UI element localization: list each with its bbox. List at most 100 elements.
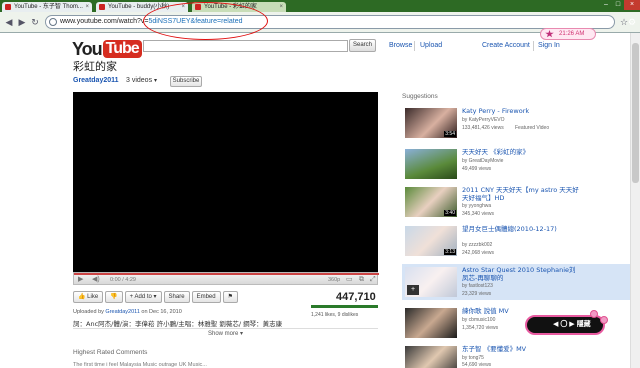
suggestion-item[interactable]: 3:54 Katy Perry - Firework by KatyPerryV…: [402, 105, 640, 141]
suggestion-views: 49,499 views: [462, 166, 492, 172]
red-annotation-circle: [143, 2, 268, 40]
logo-you: You: [72, 38, 103, 59]
forward-icon[interactable]: ▶: [17, 17, 27, 27]
suggestion-views: 54,690 views: [462, 362, 492, 368]
youtube-favicon-icon: [5, 4, 11, 10]
action-bar: 👍 Like 👎 + Add to ▾ Share Embed ⚑: [73, 291, 238, 303]
share-button[interactable]: Share: [163, 291, 190, 303]
suggestion-title[interactable]: 2011 CNY 天天好天【my astro 天天好天好福气】HD: [462, 186, 582, 202]
suggestion-channel: by yyonghwa: [462, 203, 492, 209]
youtube-logo[interactable]: You Tube: [72, 38, 142, 60]
upload-date: on Dec 16, 2010: [141, 309, 182, 315]
comment-text: The first time i feel Malaysia Music out…: [73, 362, 207, 368]
progress-bar[interactable]: [74, 273, 379, 275]
subscribe-button[interactable]: Subscribe: [170, 76, 202, 87]
suggestion-channel: by GreatDayMovie: [462, 158, 504, 164]
video-thumbnail[interactable]: [405, 346, 457, 368]
flag-button[interactable]: ⚑: [222, 291, 238, 303]
mascot-ear-icon: [590, 310, 598, 318]
uploaded-prefix: Uploaded by: [73, 309, 104, 315]
upload-link[interactable]: Upload: [420, 42, 442, 49]
page-info-icon: [49, 18, 57, 26]
suggestions-heading: Suggestions: [402, 93, 438, 100]
create-account-link[interactable]: Create Account: [482, 42, 530, 49]
view-count: 447,710: [336, 291, 376, 303]
tab-thom[interactable]: YouTube - 东子智 Thom... ×: [2, 2, 92, 12]
window-close-icon[interactable]: ×: [624, 0, 640, 10]
reload-icon[interactable]: ↻: [30, 17, 40, 27]
duration-badge: 3:40: [444, 210, 456, 216]
suggestion-channel: by zzzzbk002: [462, 242, 493, 248]
video-thumbnail[interactable]: [405, 308, 457, 338]
time-display: 0:00 / 4:29: [110, 277, 136, 283]
add-to-queue-icon[interactable]: +: [407, 285, 419, 295]
thumbs-down-icon: 👎: [110, 294, 118, 300]
dislike-button[interactable]: 👎: [105, 291, 123, 303]
overlay-controls-text: ◀ 〇 ▶ 隱藏: [553, 321, 591, 328]
search-input[interactable]: [143, 40, 348, 52]
logo-tube: Tube: [102, 40, 142, 58]
uploader-link[interactable]: Greatday2011: [105, 309, 139, 315]
comments-heading: Highest Rated Comments: [73, 349, 148, 356]
sign-in-link[interactable]: Sign In: [538, 42, 560, 49]
videos-count-dropdown[interactable]: 3 videos ▾: [126, 77, 157, 84]
scrollbar-thumb[interactable]: [632, 43, 639, 183]
likes-summary: 1,241 likes, 9 dislikes: [311, 312, 359, 318]
tab-label: YouTube - 东子智 Thom...: [14, 4, 83, 10]
video-thumbnail[interactable]: 3:40: [405, 187, 457, 217]
search-button[interactable]: Search: [349, 39, 376, 52]
star-icon: [545, 30, 554, 38]
show-more-button[interactable]: Show more ▾: [73, 328, 378, 338]
minimize-icon[interactable]: –: [600, 0, 612, 10]
video-thumbnail[interactable]: +: [405, 267, 457, 297]
suggestion-title[interactable]: 天天好天 《彩虹的家》: [462, 148, 582, 156]
suggestion-item[interactable]: 天天好天 《彩虹的家》 by GreatDayMovie 49,499 view…: [402, 146, 640, 182]
suggestion-title[interactable]: 东子智 《要懂爱》MV: [462, 345, 582, 353]
wrench-menu-icon[interactable]: ⚙: [627, 17, 637, 27]
add-to-button[interactable]: + Add to ▾: [124, 291, 162, 303]
close-icon[interactable]: ×: [279, 2, 283, 12]
quality-button[interactable]: 360p: [328, 276, 340, 284]
suggestion-views: 23,329 views: [462, 291, 492, 297]
address-bar[interactable]: www.youtube.com/watch?v=5diNSS7UEY&featu…: [45, 15, 615, 29]
video-title: 彩虹的家: [73, 60, 117, 73]
video-thumbnail[interactable]: 3:54: [405, 108, 457, 138]
suggestion-title[interactable]: 望月女巨士偶體總(2010-12-17): [462, 225, 582, 233]
expand-icon[interactable]: ▭: [346, 276, 353, 284]
back-icon[interactable]: ◀: [4, 17, 14, 27]
plus-icon: +: [129, 294, 134, 300]
video-description: 詞：Anc阿杰/體/演：李偉菘 許小鵬/主唱：林雅聖 劉薇芯/ 鋼琴：黃志康: [73, 320, 283, 328]
embed-button[interactable]: Embed: [191, 291, 221, 303]
suggestion-title[interactable]: 練你歌 說值 MV: [462, 307, 582, 315]
suggestion-title[interactable]: Astro Star Quest 2010 Stephanie刘凤芯-再聊聊的: [462, 266, 582, 282]
thumbs-up-icon: 👍: [78, 294, 86, 300]
browse-link[interactable]: Browse: [389, 42, 412, 49]
page-scrollbar[interactable]: [630, 33, 640, 368]
media-overlay-widget[interactable]: ◀ 〇 ▶ 隱藏: [525, 315, 605, 335]
video-thumbnail[interactable]: [405, 149, 457, 179]
like-button[interactable]: 👍 Like: [73, 291, 104, 303]
suggestion-item[interactable]: 3:40 2011 CNY 天天好天【my astro 天天好天好福气】HD b…: [402, 184, 640, 220]
suggestion-item[interactable]: 东子智 《要懂爱》MV by tong75 54,690 views: [402, 343, 640, 368]
suggestion-views: 133,481,426 views: [462, 125, 504, 131]
chevron-down-icon: ▾: [154, 78, 158, 84]
fullscreen-icon[interactable]: ⤢: [370, 276, 376, 284]
youtube-favicon-icon: [99, 4, 105, 10]
close-icon[interactable]: ×: [85, 2, 89, 12]
video-thumbnail[interactable]: 3:13: [405, 226, 457, 256]
suggestion-channel: by fastlost123: [462, 283, 493, 289]
suggestion-title[interactable]: Katy Perry - Firework: [462, 107, 582, 115]
player-controls: ▶ ◀) 0:00 / 4:29 360p ▭ ⧉ ⤢: [73, 272, 379, 285]
clock-text: 21:26 AM: [559, 31, 585, 37]
channel-link[interactable]: Greatday2011: [73, 77, 119, 84]
duration-badge: 3:13: [444, 249, 456, 255]
popout-icon[interactable]: ⧉: [359, 276, 364, 284]
play-icon[interactable]: ▶: [78, 276, 83, 284]
suggestion-item-highlighted[interactable]: + Astro Star Quest 2010 Stephanie刘凤芯-再聊聊…: [402, 264, 640, 300]
suggestion-item[interactable]: 3:13 望月女巨士偶體總(2010-12-17) by zzzzbk002 2…: [402, 223, 640, 259]
suggestion-views: 345,340 views: [462, 211, 494, 217]
video-player[interactable]: [73, 92, 378, 272]
maximize-icon[interactable]: □: [612, 0, 624, 10]
volume-icon[interactable]: ◀): [92, 276, 100, 284]
mascot-ear-icon: [600, 316, 608, 324]
